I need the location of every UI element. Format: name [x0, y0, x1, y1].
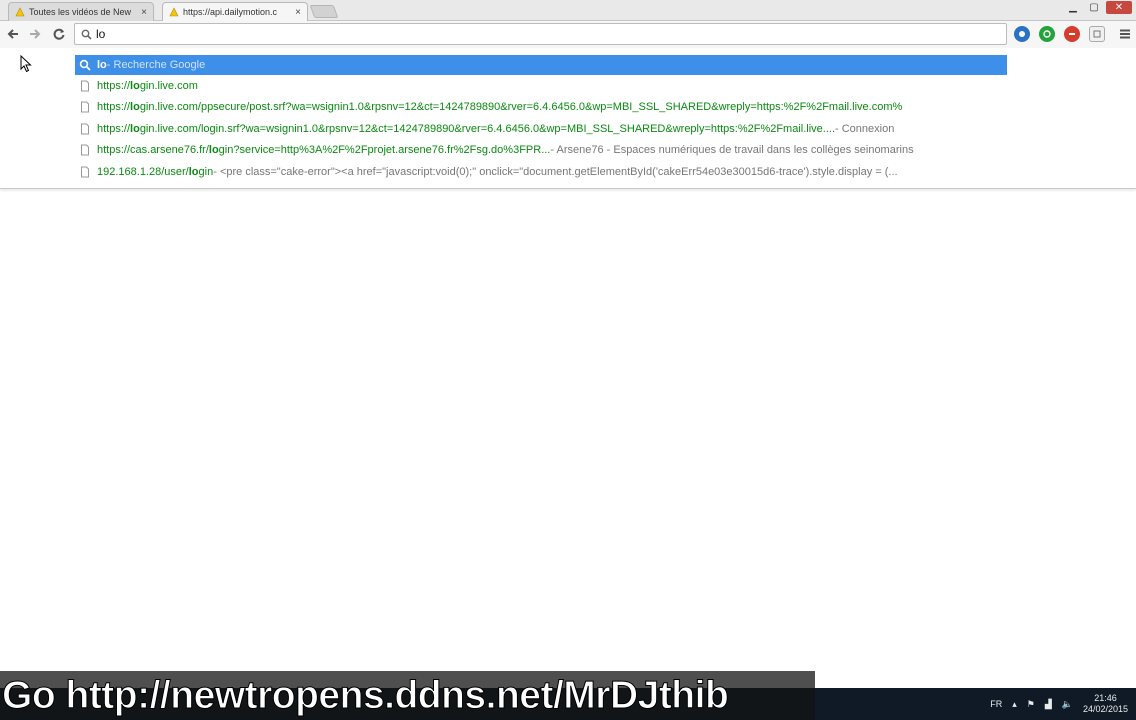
address-bar[interactable]: [74, 23, 1007, 45]
tab-title: Toutes les vidéos de New: [29, 7, 132, 17]
suggestion-query: lo: [97, 59, 107, 71]
search-icon: [79, 59, 91, 71]
dailymotion-favicon-icon: [15, 7, 25, 17]
system-tray: FR ▴ ⚑ ▟ 🔈 21:46 24/02/2015: [990, 688, 1128, 720]
suggestion-url-match: lo: [188, 166, 199, 178]
watermark-text: Go http://newtropens.ddns.net/MrDJthib: [1, 673, 729, 717]
volume-icon[interactable]: 🔈: [1062, 699, 1073, 710]
tray-expand-icon[interactable]: ▴: [1012, 699, 1017, 710]
suggestion-url-prefix: https://: [97, 80, 131, 92]
tab-title: https://api.dailymotion.c: [183, 7, 278, 17]
close-window-icon[interactable]: ✕: [1106, 1, 1132, 14]
hamburger-menu-icon: [1120, 29, 1130, 39]
clock-time: 21:46: [1094, 693, 1117, 703]
language-indicator[interactable]: FR: [990, 699, 1002, 709]
page-icon: [81, 166, 89, 178]
page-icon: [81, 144, 89, 156]
omnibox-suggestions: lo - Recherche Google https://lo gin.live…: [0, 53, 1136, 189]
page-icon: [81, 101, 89, 113]
suggestion-item[interactable]: https://lo gin.live.com/login.srf?wa=wsig…: [75, 119, 1007, 139]
reload-icon: [53, 28, 65, 40]
suggestion-search-google[interactable]: lo - Recherche Google: [75, 55, 1007, 75]
suggestion-url-rest: gin.live.com/login.srf?wa=wsignin1.0&rps…: [139, 123, 836, 135]
back-button[interactable]: [4, 25, 22, 43]
page-icon: [81, 123, 89, 135]
suggestion-url-rest: gin.live.com: [139, 80, 198, 92]
adblock-icon[interactable]: [1064, 26, 1080, 42]
suggestion-description: - Connexion: [835, 123, 895, 135]
watermark-banner: Go http://newtropens.ddns.net/MrDJthib: [0, 671, 815, 720]
suggestion-url-prefix: https://cas.arsene76.fr/: [97, 144, 209, 156]
browser-toolbar: [0, 21, 1136, 48]
suggestion-url-prefix: https://: [97, 101, 131, 113]
extension-green-icon[interactable]: [1039, 26, 1055, 42]
suggestion-item[interactable]: https://cas.arsene76.fr/lo gin?service=ht…: [75, 140, 1007, 160]
action-center-flag-icon[interactable]: ⚑: [1027, 699, 1035, 710]
suggestion-url-match: lo: [130, 80, 140, 92]
suggestion-url-rest: gin.live.com/ppsecure/post.srf?wa=wsigni…: [139, 101, 903, 113]
extension-chat-icon[interactable]: [1014, 26, 1030, 42]
menu-button[interactable]: [1116, 25, 1134, 43]
suggestion-url-match: lo: [208, 144, 219, 156]
mouse-cursor-icon: [20, 55, 32, 73]
tab-close-icon[interactable]: ×: [295, 7, 301, 18]
suggestion-item[interactable]: 192.168.1.28/user/lo gin - <pre class="ca…: [75, 162, 1007, 182]
suggestion-url-rest: gin: [198, 166, 214, 178]
suggestion-url-rest: gin?service=http%3A%2F%2Fprojet.arsene76…: [218, 144, 551, 156]
window-controls: ▁ ▢ ✕: [1064, 1, 1132, 14]
back-arrow-icon: [7, 29, 18, 39]
suggestion-url-prefix: https://: [97, 123, 131, 135]
network-signal-icon[interactable]: ▟: [1045, 699, 1052, 710]
minimize-icon[interactable]: ▁: [1064, 1, 1082, 14]
suggestion-url-match: lo: [130, 101, 140, 113]
suggestion-url-match: lo: [130, 123, 140, 135]
suggestion-url-prefix: 192.168.1.28/user/: [97, 166, 189, 178]
forward-arrow-icon: [30, 29, 41, 39]
suggestion-description: - <pre class="cake-error"><a href="javas…: [213, 166, 898, 178]
maximize-icon[interactable]: ▢: [1085, 1, 1103, 14]
page-icon: [81, 80, 89, 92]
browser-window: Toutes les vidéos de New × https://api.d…: [0, 0, 1136, 720]
suggestion-item[interactable]: https://lo gin.live.com: [75, 76, 1007, 96]
clock[interactable]: 21:46 24/02/2015: [1083, 693, 1128, 715]
extension-doc-icon[interactable]: [1089, 26, 1105, 42]
dailymotion-favicon-icon: [169, 7, 179, 17]
clock-date: 24/02/2015: [1082, 704, 1128, 714]
tab-api-dailymotion[interactable]: https://api.dailymotion.c ×: [162, 2, 308, 21]
suggestion-item[interactable]: https://lo gin.live.com/ppsecure/post.srf…: [75, 97, 1007, 117]
suggestion-description: - Arsene76 - Espaces numériques de trava…: [550, 144, 914, 156]
tab-strip: Toutes les vidéos de New × https://api.d…: [0, 0, 1136, 21]
search-icon: [81, 29, 92, 40]
new-tab-button[interactable]: [309, 5, 339, 18]
tab-videos[interactable]: Toutes les vidéos de New ×: [8, 2, 154, 21]
address-input[interactable]: [96, 27, 976, 41]
forward-button[interactable]: [26, 25, 44, 43]
suggestion-description: - Recherche Google: [106, 59, 206, 71]
reload-button[interactable]: [50, 25, 68, 43]
tab-close-icon[interactable]: ×: [141, 7, 147, 18]
